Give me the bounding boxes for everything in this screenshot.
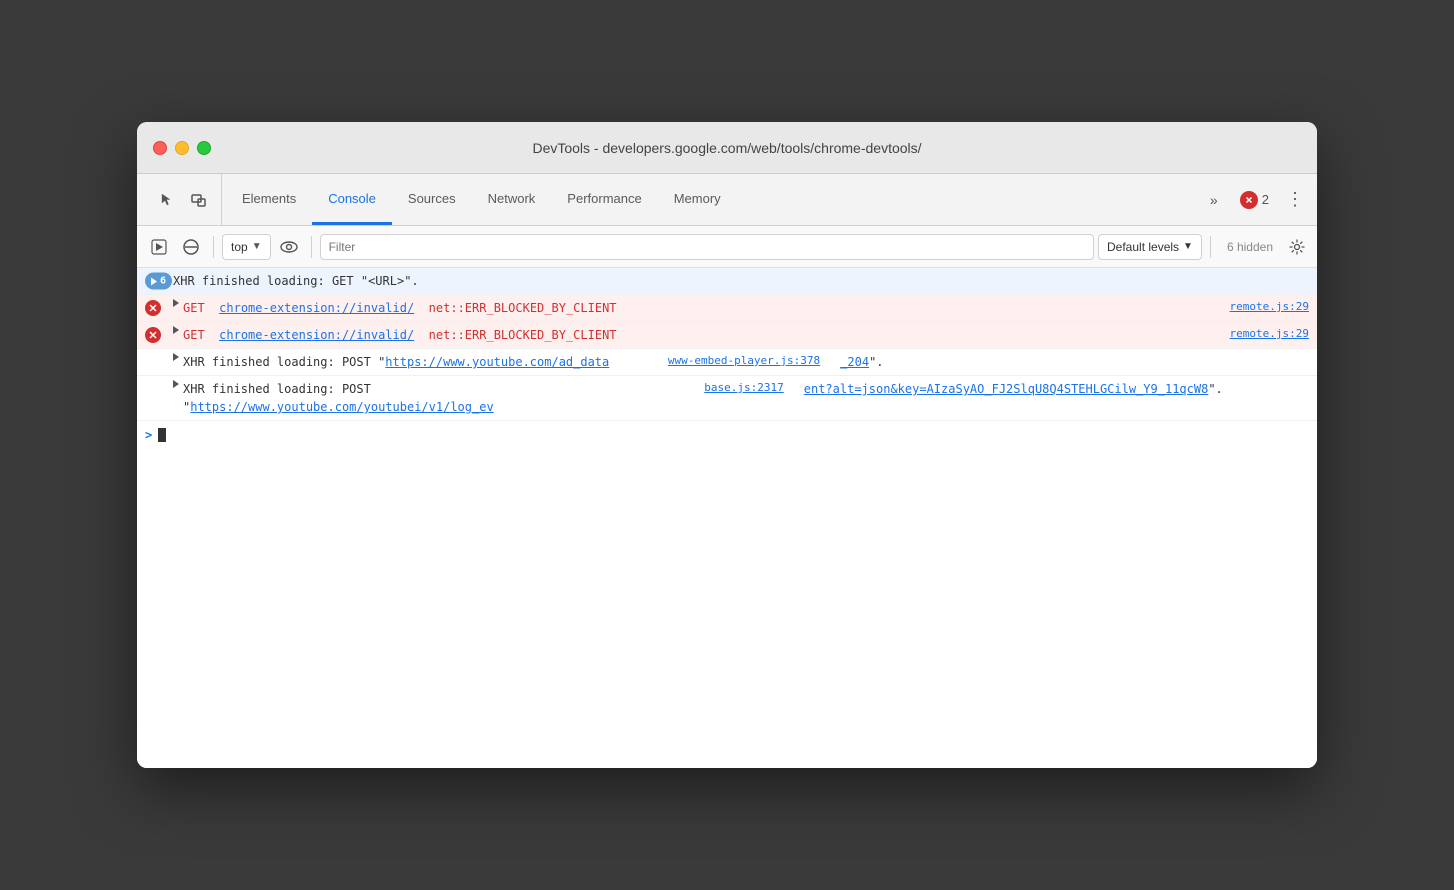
error-count-label: 2 [1262,192,1269,207]
toolbar-divider2 [311,236,312,258]
error-method-1: GET [183,301,205,315]
levels-label: Default levels [1107,240,1179,254]
expand-icon-2 [173,326,179,334]
hidden-count-label: 6 hidden [1219,240,1281,254]
titlebar: DevTools - developers.google.com/web/too… [137,122,1317,174]
context-dropdown-icon: ▼ [252,241,262,252]
error-circle-icon-1 [145,300,161,316]
error-method-2: GET [183,328,205,342]
execute-button[interactable] [145,233,173,261]
xhr-url-1b[interactable]: _204 [840,355,869,369]
log-entry-xhr-post-1: XHR finished loading: POST "https://www.… [137,349,1317,376]
toolbar-divider3 [1210,236,1211,258]
log-entry-xhr-get: 6 XHR finished loading: GET "<URL>". [137,268,1317,295]
levels-chevron-icon: ▼ [1183,241,1193,252]
error-code-1: net::ERR_BLOCKED_BY_CLIENT [429,301,617,315]
xhr-url-2b[interactable]: ent?alt=json&key=AIzaSyAO_FJ2SlqU8Q4STEH… [804,382,1209,396]
log-text-xhr3: XHR finished loading: POST "https://www.… [183,380,688,416]
console-prompt-icon: > [145,428,152,442]
log-entry-error2: GET chrome-extension://invalid/ net::ERR… [137,322,1317,349]
window-title: DevTools - developers.google.com/web/too… [532,140,921,156]
expand-icon-3 [173,353,179,361]
maximize-button[interactable] [197,141,211,155]
log-text-xhr2: XHR finished loading: POST "https://www.… [183,353,652,371]
log-text-xhr3b: ent?alt=json&key=AIzaSyAO_FJ2SlqU8Q4STEH… [784,380,1309,398]
error-badge[interactable]: 2 [1232,187,1277,213]
log-text-xhr2b: _204". [820,353,1309,371]
error-url-1[interactable]: chrome-extension://invalid/ [219,301,414,315]
badge-count: 6 [160,274,166,289]
log-text-xhr1: XHR finished loading: GET "<URL>". [173,272,1309,290]
xhr-url-1[interactable]: https://www.youtube.com/ad_data [385,355,609,369]
xhr-source-1[interactable]: www-embed-player.js:378 [652,353,820,370]
console-content: 6 XHR finished loading: GET "<URL>". [137,268,1317,768]
close-button[interactable] [153,141,167,155]
error-circle-icon-2 [145,327,161,343]
log-count-badge: 6 [145,273,172,290]
devtools-menu-button[interactable]: ⋮ [1281,186,1309,214]
tab-console[interactable]: Console [312,174,392,225]
error-icon-2 [145,327,161,343]
play-icon [151,277,157,285]
console-input-row: > [137,421,1317,449]
console-toolbar: top ▼ Default levels ▼ 6 hidden [137,226,1317,268]
tabs-bar: Elements Console Sources Network Perform… [137,174,1317,226]
expand-icon-4 [173,380,179,388]
toolbar-divider [213,236,214,258]
clear-console-button[interactable] [177,233,205,261]
filter-input[interactable] [320,234,1094,260]
context-value: top [231,240,248,254]
error-text-2: GET chrome-extension://invalid/ net::ERR… [183,326,1214,344]
tabs-right: » 2 ⋮ [1200,174,1309,225]
console-cursor [158,428,166,442]
devtools-body: Elements Console Sources Network Perform… [137,174,1317,768]
tab-network[interactable]: Network [472,174,552,225]
error-code-2: net::ERR_BLOCKED_BY_CLIENT [429,328,617,342]
expand-icon-1 [173,299,179,307]
context-selector[interactable]: top ▼ [222,234,271,260]
show-live-expressions-button[interactable] [275,233,303,261]
xhr-url-2[interactable]: https://www.youtube.com/youtubei/v1/log_… [190,400,493,414]
error-url-2[interactable]: chrome-extension://invalid/ [219,328,414,342]
log-entry-xhr-post-2: XHR finished loading: POST "https://www.… [137,376,1317,421]
console-settings-button[interactable] [1285,235,1309,259]
log-entry-error1: GET chrome-extension://invalid/ net::ERR… [137,295,1317,322]
error-source-2[interactable]: remote.js:29 [1214,326,1309,343]
error-text-1: GET chrome-extension://invalid/ net::ERR… [183,299,1214,317]
error-icon-1 [145,300,161,316]
more-tabs-button[interactable]: » [1200,186,1228,214]
inspect-icons [145,174,222,225]
error-count-icon [1240,191,1258,209]
tab-elements[interactable]: Elements [226,174,312,225]
error-source-1[interactable]: remote.js:29 [1214,299,1309,316]
minimize-button[interactable] [175,141,189,155]
device-toolbar-button[interactable] [185,186,213,214]
inspect-element-button[interactable] [153,186,181,214]
tab-performance[interactable]: Performance [551,174,657,225]
tab-memory[interactable]: Memory [658,174,737,225]
devtools-window: DevTools - developers.google.com/web/too… [137,122,1317,768]
xhr-source-2[interactable]: base.js:2317 [688,380,783,397]
traffic-lights [153,141,211,155]
tab-sources[interactable]: Sources [392,174,472,225]
log-levels-button[interactable]: Default levels ▼ [1098,234,1202,260]
